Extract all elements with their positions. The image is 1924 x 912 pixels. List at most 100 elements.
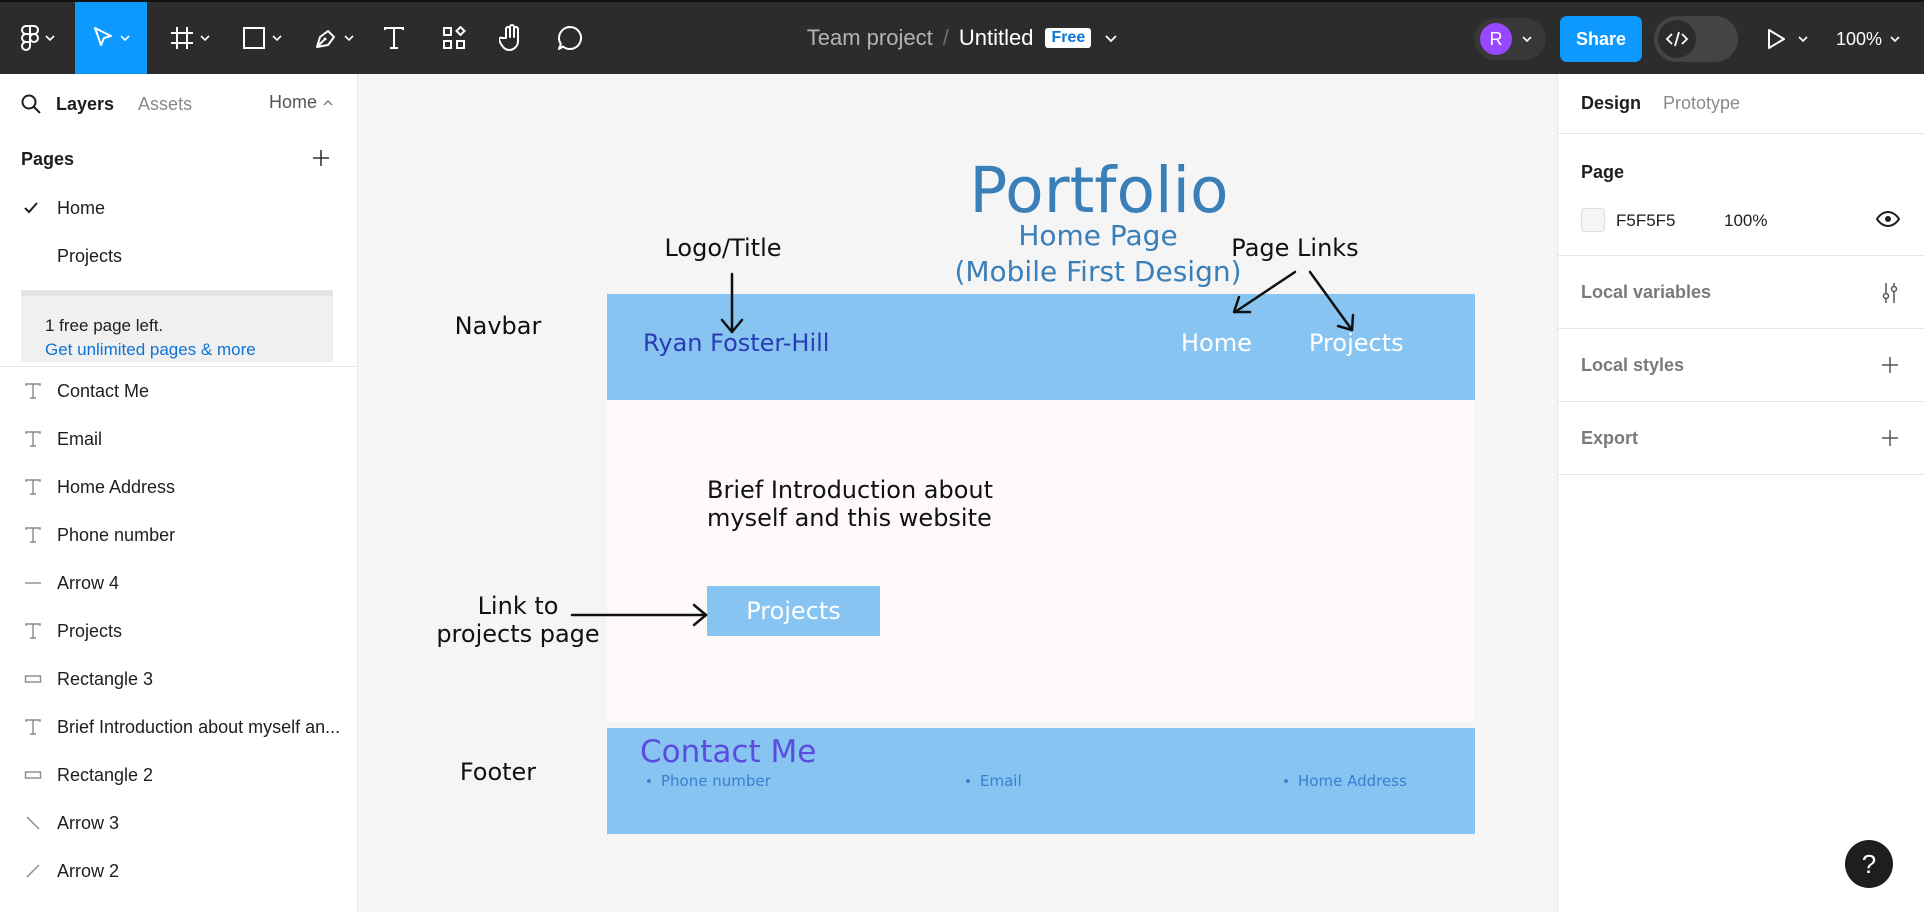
annotation-logo[interactable]: Logo/Title	[648, 234, 798, 262]
page-section: Page F5F5F5 100%	[1558, 134, 1924, 256]
background-swatch[interactable]	[1581, 208, 1605, 232]
local-styles-section[interactable]: Local styles	[1558, 329, 1924, 402]
plus-icon[interactable]	[1880, 428, 1900, 448]
current-page-select[interactable]: Home	[269, 92, 333, 113]
frame-tool-button[interactable]	[160, 2, 220, 74]
navbar-projects-link[interactable]: Projects	[1309, 329, 1404, 357]
tab-assets[interactable]: Assets	[138, 94, 192, 115]
page-item-projects[interactable]: Projects	[0, 232, 357, 280]
page-item-home[interactable]: Home	[0, 184, 357, 232]
left-panel: Layers Assets Home Pages Home Projects 1…	[0, 74, 358, 912]
comment-button[interactable]	[552, 2, 588, 74]
team-name[interactable]: Team project	[807, 25, 933, 51]
hand-tool-button[interactable]	[494, 2, 530, 74]
comment-icon	[558, 26, 582, 50]
footer-phone[interactable]: Phone number	[647, 772, 771, 790]
layer-row[interactable]: Email	[0, 415, 357, 463]
chevron-down-icon	[1522, 36, 1532, 42]
layer-label: Email	[57, 428, 103, 449]
chevron-down-icon	[1890, 36, 1900, 42]
annotation-navbar[interactable]: Navbar	[448, 312, 548, 340]
intro-line: myself and this website	[707, 504, 992, 532]
add-page-icon[interactable]	[311, 148, 331, 168]
pages-title: Pages	[21, 148, 75, 169]
multiplayer-avatars[interactable]: R	[1474, 18, 1546, 60]
search-icon[interactable]	[20, 93, 42, 115]
footer-title[interactable]: Contact Me	[640, 734, 816, 770]
figma-menu-icon	[21, 25, 39, 51]
main-menu-button[interactable]	[14, 2, 62, 74]
navbar-name[interactable]: Ryan Foster-Hill	[643, 329, 829, 357]
help-button[interactable]: ?	[1845, 840, 1893, 888]
eye-icon[interactable]	[1876, 210, 1900, 228]
chevron-down-icon	[45, 35, 55, 41]
right-panel: Design Prototype Page F5F5F5 100% Local …	[1557, 74, 1924, 912]
upgrade-banner: 1 free page left. Get unlimited pages & …	[21, 290, 333, 362]
resources-button[interactable]	[436, 2, 472, 74]
layer-row[interactable]: Projects	[0, 607, 357, 655]
text-tool-button[interactable]	[376, 2, 412, 74]
annotation-page-links[interactable]: Page Links	[1220, 234, 1370, 262]
projects-button[interactable]: Projects	[707, 586, 880, 636]
shape-tool-button[interactable]	[232, 2, 292, 74]
line-layer-icon	[24, 574, 42, 592]
arrow-layer-icon	[24, 814, 42, 832]
body-rectangle[interactable]	[607, 400, 1475, 722]
chevron-down-icon[interactable]	[1105, 34, 1117, 42]
plan-badge[interactable]: Free	[1045, 28, 1092, 48]
layer-label: Home Address	[57, 476, 176, 497]
pen-tool-button[interactable]	[304, 2, 364, 74]
chevron-down-icon	[344, 35, 354, 41]
tab-layers[interactable]: Layers	[56, 94, 114, 115]
text-layer-icon	[24, 622, 42, 640]
dev-mode-toggle[interactable]	[1654, 16, 1738, 62]
hand-tool-icon	[499, 24, 519, 51]
resources-icon	[443, 26, 466, 49]
layer-row[interactable]: Arrow 4	[0, 559, 357, 607]
layer-label: Rectangle 2	[57, 764, 154, 785]
layer-row[interactable]: Home Address	[0, 463, 357, 511]
text-layer-icon	[24, 526, 42, 544]
chevron-up-icon	[323, 99, 333, 105]
layer-row[interactable]: Phone number	[0, 511, 357, 559]
footer-address[interactable]: Home Address	[1284, 772, 1407, 790]
layer-row[interactable]: Rectangle 2	[0, 751, 357, 799]
tab-prototype[interactable]: Prototype	[1663, 93, 1740, 114]
annotation-link[interactable]: Link to projects page	[428, 592, 608, 648]
rectangle-layer-icon	[24, 670, 42, 688]
layer-label: Contact Me	[57, 380, 150, 401]
layer-row[interactable]: Contact Me	[0, 367, 357, 415]
design-canvas[interactable]: Portfolio Home Page (Mobile First Design…	[358, 74, 1557, 912]
avatar[interactable]: R	[1480, 23, 1512, 55]
navbar-home-link[interactable]: Home	[1181, 329, 1252, 357]
share-button[interactable]: Share	[1560, 16, 1642, 62]
layer-row[interactable]: Arrow 2	[0, 847, 357, 895]
layer-row[interactable]: Arrow 3	[0, 799, 357, 847]
chevron-down-icon	[1798, 36, 1808, 42]
footer-email[interactable]: Email	[966, 772, 1022, 790]
plus-icon[interactable]	[1880, 355, 1900, 375]
canvas-title[interactable]: Portfolio	[944, 154, 1254, 227]
move-tool-button[interactable]	[75, 2, 147, 74]
section-label: Export	[1581, 428, 1639, 448]
upgrade-link[interactable]: Get unlimited pages & more	[45, 340, 333, 360]
intro-text[interactable]: Brief Introduction about myself and this…	[707, 476, 1007, 532]
chevron-down-icon	[200, 35, 210, 41]
layer-label: Arrow 2	[57, 860, 120, 881]
present-button[interactable]	[1766, 16, 1808, 62]
export-section[interactable]: Export	[1558, 402, 1924, 475]
chevron-down-icon	[272, 35, 282, 41]
zoom-menu[interactable]: 100%	[1836, 16, 1900, 62]
background-hex[interactable]: F5F5F5	[1616, 211, 1676, 231]
checkmark-icon	[24, 202, 38, 214]
layer-row[interactable]: Rectangle 3	[0, 655, 357, 703]
background-opacity[interactable]: 100%	[1724, 211, 1767, 231]
tab-design[interactable]: Design	[1581, 93, 1641, 114]
page-item-label: Projects	[57, 245, 123, 266]
layer-row[interactable]: Brief Introduction about myself an...	[0, 703, 357, 751]
page-item-label: Home	[57, 197, 106, 218]
file-name[interactable]: Untitled	[959, 25, 1034, 51]
local-variables-section[interactable]: Local variables	[1558, 256, 1924, 329]
variables-icon[interactable]	[1880, 282, 1900, 304]
annotation-footer[interactable]: Footer	[448, 758, 548, 786]
